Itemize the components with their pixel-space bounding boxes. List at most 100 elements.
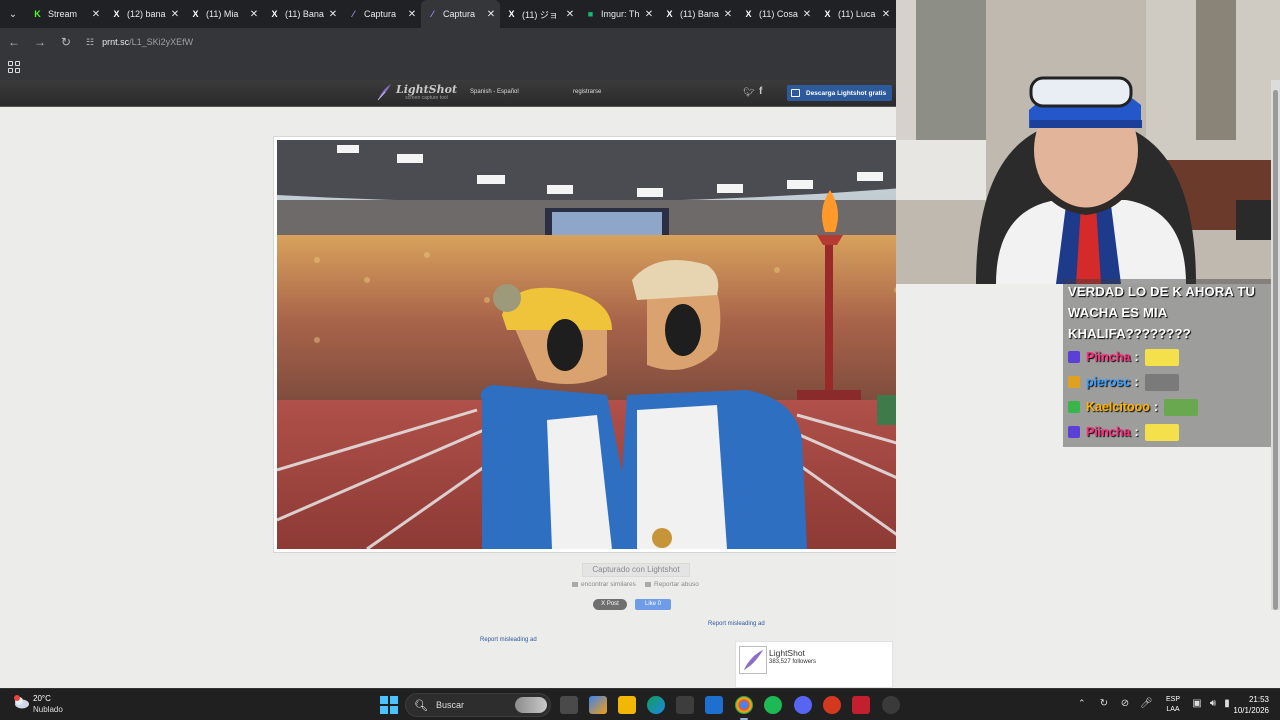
stream-chat-overlay: VERDAD LO DE K AHORA TU WACHA ES MIA KHA…	[1063, 279, 1280, 447]
browser-tab[interactable]: ⁄ Captura ✕	[342, 0, 421, 28]
imgur-icon: ■	[587, 9, 594, 19]
tray-expand-chevron-icon[interactable]: ⌃	[1078, 698, 1086, 709]
lang-line-2: LAA	[1166, 706, 1180, 713]
lightshot-ad-card[interactable]: LightShot 383,527 followers	[735, 641, 893, 688]
report-misleading-ad-link[interactable]: Report misleading ad	[708, 621, 765, 627]
lightshot-logo[interactable]: LightShot screen capture tool	[376, 83, 457, 101]
chat-username[interactable]: Piincha	[1086, 350, 1130, 364]
clock-time[interactable]: 21:53	[1235, 695, 1269, 704]
chrome-icon[interactable]	[735, 696, 753, 720]
taskbar-search-box[interactable]: 🔍︎ Buscar	[405, 693, 551, 717]
close-tab-icon[interactable]: ✕	[723, 9, 733, 20]
twitter-icon[interactable]: 🐦︎	[743, 87, 754, 98]
browser-tab[interactable]: X (12) bana ✕	[105, 0, 184, 28]
file-explorer-icon[interactable]	[618, 696, 636, 714]
image-icon	[572, 581, 578, 587]
x-icon: X	[113, 9, 120, 19]
windows-start-icon[interactable]	[380, 696, 398, 714]
browser-tab[interactable]: ⁄ Captura ✕	[421, 0, 500, 28]
close-tab-icon[interactable]: ✕	[91, 9, 101, 20]
x-icon: X	[192, 9, 199, 19]
download-button-label: Descarga Lightshot gratis	[806, 89, 887, 97]
site-info-icon[interactable]: ☷	[86, 37, 94, 48]
weather-temperature[interactable]: 20°C	[33, 694, 51, 703]
chat-username[interactable]: Kaelcitooo	[1086, 400, 1150, 414]
report-abuse-link[interactable]: Reportar abuso	[645, 581, 699, 588]
chat-row: Piincha:	[1068, 422, 1179, 442]
browser-tab[interactable]: X (11) Bana ✕	[263, 0, 342, 28]
tab-title: (11) ジョ	[522, 9, 558, 20]
ad-name: LightShot	[769, 648, 805, 658]
close-tab-icon[interactable]: ✕	[802, 9, 812, 20]
tab-search-chevron-icon[interactable]: ⌄	[0, 0, 26, 28]
microphone-icon[interactable]: 🎤︎	[1140, 698, 1153, 710]
chat-username[interactable]: Piincha	[1086, 425, 1130, 439]
close-tab-icon[interactable]: ✕	[565, 9, 575, 20]
lang-line-1: ESP	[1166, 696, 1181, 703]
language-selector[interactable]: Spanish - Español	[470, 89, 519, 95]
sync-icon[interactable]: ↻	[1098, 698, 1110, 710]
app-icon[interactable]	[852, 696, 870, 714]
network-icon[interactable]: ▣	[1191, 698, 1203, 710]
report-misleading-ad-link[interactable]: Report misleading ad	[480, 637, 537, 643]
browser-tab[interactable]: X (11) ジョ ✕	[500, 0, 579, 28]
flag-icon	[645, 581, 651, 587]
browser-tab[interactable]: ■ Imgur: Th ✕	[579, 0, 658, 28]
discord-icon[interactable]	[794, 696, 812, 714]
download-icon	[791, 89, 800, 97]
volume-icon[interactable]: 🔊︎	[1207, 698, 1219, 710]
close-tab-icon[interactable]: ✕	[170, 9, 180, 20]
muted-icon[interactable]: ⊘	[1119, 698, 1131, 710]
close-tab-icon[interactable]: ✕	[644, 9, 654, 20]
microsoft-store-icon[interactable]	[676, 696, 694, 714]
chat-badge-icon	[1068, 351, 1080, 363]
forward-arrow-icon[interactable]: →	[28, 30, 52, 54]
weather-condition[interactable]: Nublado	[33, 705, 63, 714]
facebook-like-button[interactable]: Like 0	[635, 599, 671, 610]
close-tab-icon[interactable]: ✕	[328, 9, 338, 20]
close-tab-icon[interactable]: ✕	[486, 9, 496, 20]
app-icon[interactable]	[823, 696, 841, 714]
chat-separator: :	[1134, 350, 1139, 364]
browser-tab[interactable]: K Stream ✕	[26, 0, 105, 28]
browser-tab[interactable]: X (11) Cosa ✕	[737, 0, 816, 28]
browser-tab[interactable]: X (11) Luca ✕	[816, 0, 895, 28]
screenshot-image[interactable]	[277, 140, 896, 549]
close-tab-icon[interactable]: ✕	[881, 9, 891, 20]
lightshot-icon: ⁄	[352, 9, 355, 19]
browser-toolbar: ← → ↻ ☷ prnt.sc /L1_SKi2yXEfW	[0, 28, 896, 56]
address-bar[interactable]: ☷ prnt.sc /L1_SKi2yXEfW	[86, 31, 886, 53]
cloud-weather-icon[interactable]	[12, 695, 30, 709]
browser-tab[interactable]: X (11) Mia ✕	[184, 0, 263, 28]
copilot-icon[interactable]	[589, 696, 607, 714]
chat-username[interactable]: pierosc	[1086, 375, 1130, 389]
apps-grid-icon[interactable]	[8, 61, 20, 73]
tab-title: (11) Luca	[838, 9, 876, 19]
lightshot-feather-icon	[739, 646, 767, 674]
obs-icon[interactable]	[882, 696, 900, 714]
tab-title: Captura	[443, 9, 476, 19]
find-similar-link[interactable]: encontrar similares	[572, 581, 636, 588]
task-view-icon[interactable]	[560, 696, 578, 714]
input-language-indicator[interactable]: ESP LAA	[1166, 695, 1180, 715]
spotify-icon[interactable]	[764, 696, 782, 714]
reload-icon[interactable]: ↻	[54, 30, 78, 54]
chat-badge-icon	[1068, 376, 1080, 388]
clock-date[interactable]: 10/1/2026	[1228, 706, 1269, 715]
edge-browser-icon[interactable]	[647, 696, 665, 714]
scrollbar-thumb[interactable]	[1273, 90, 1278, 610]
mail-icon[interactable]	[705, 696, 723, 714]
kick-icon: K	[34, 9, 41, 19]
close-tab-icon[interactable]: ✕	[249, 9, 259, 20]
x-icon: X	[824, 9, 831, 19]
close-tab-icon[interactable]: ✕	[407, 9, 417, 20]
download-lightshot-button[interactable]: Descarga Lightshot gratis	[787, 85, 892, 101]
browser-tab[interactable]: X (11) Bana ✕	[658, 0, 737, 28]
chat-row: Piincha:	[1068, 347, 1179, 367]
back-arrow-icon[interactable]: ←	[2, 30, 26, 54]
x-post-button[interactable]: X Post	[593, 599, 627, 610]
facebook-icon[interactable]: f	[759, 86, 762, 97]
register-link[interactable]: registrarse	[573, 89, 601, 95]
windows-taskbar: 20°C Nublado 🔍︎ Buscar ⌃ ↻ ⊘ 🎤︎ ESP LAA …	[0, 688, 1280, 720]
ad-followers: 383,527 followers	[769, 659, 817, 665]
